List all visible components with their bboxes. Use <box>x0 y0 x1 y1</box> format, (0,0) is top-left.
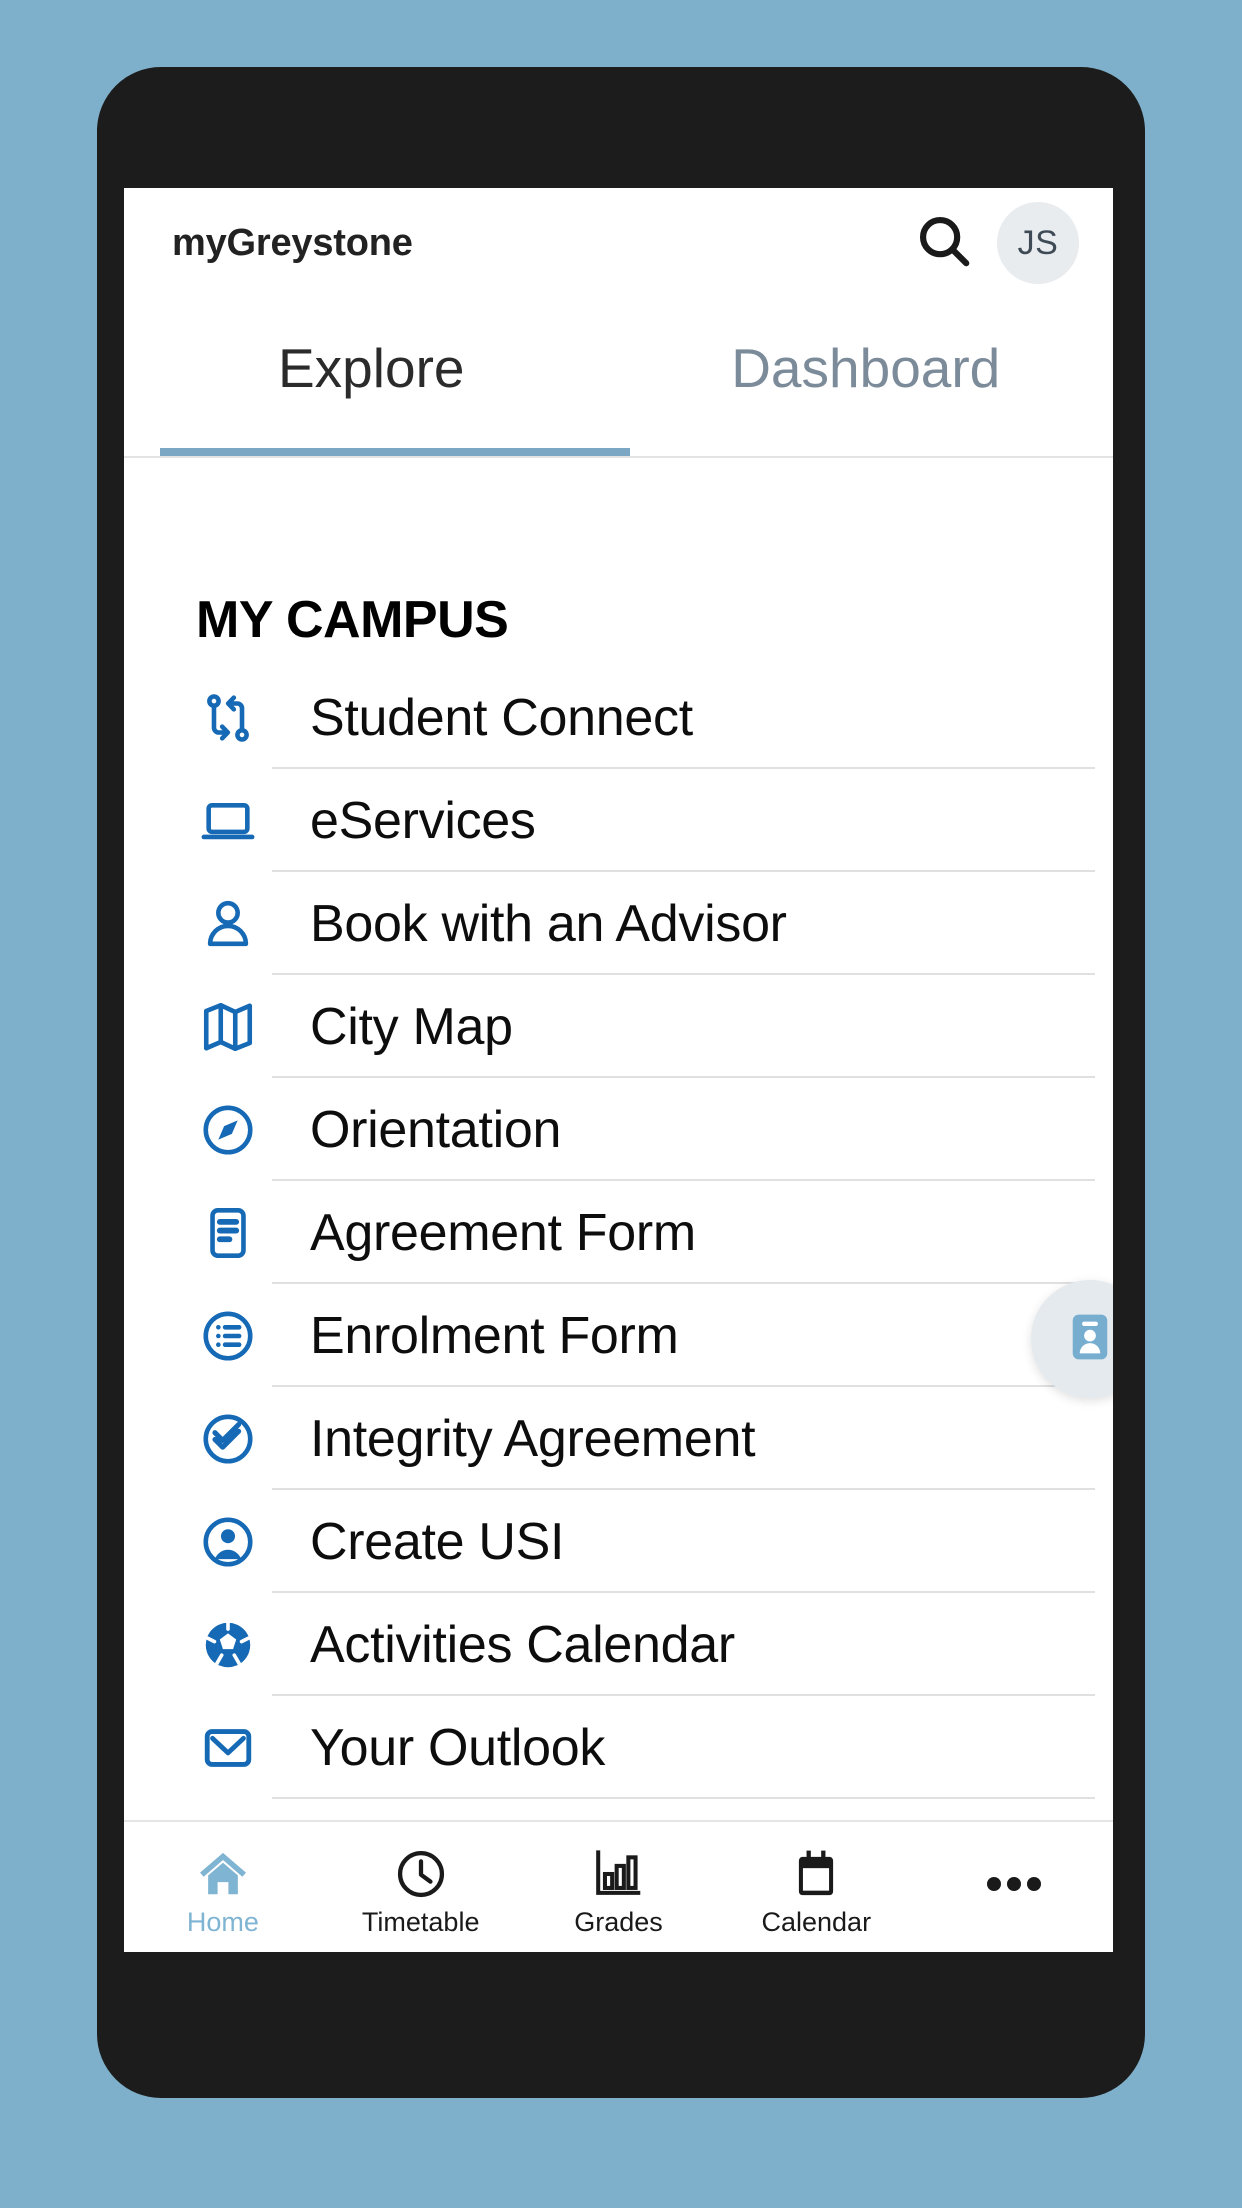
nav-item-calendar[interactable]: Calendar <box>717 1837 915 1938</box>
list-divider <box>272 1797 1095 1799</box>
section-title-my-campus: MY CAMPUS <box>196 591 509 649</box>
list-item[interactable]: Integrity Agreement <box>196 1387 1113 1490</box>
id-badge-icon <box>1062 1309 1113 1370</box>
tab-explore-label: Explore <box>278 337 465 399</box>
list-item-label: Book with an Advisor <box>310 894 787 953</box>
search-icon <box>913 210 975 277</box>
account-circle-icon <box>196 1510 260 1574</box>
list-item[interactable]: Activities Calendar <box>196 1593 1113 1696</box>
app-bar: myGreystone JS <box>124 188 1113 298</box>
avatar-initials: JS <box>1017 223 1059 262</box>
list-circle-icon <box>196 1304 260 1368</box>
more-dots-icon <box>983 1873 1045 1895</box>
search-button[interactable] <box>905 204 983 282</box>
list-item[interactable]: Orientation <box>196 1078 1113 1181</box>
home-icon <box>196 1837 250 1901</box>
list-item[interactable]: eServices <box>196 769 1113 872</box>
nav-item-grades-label: Grades <box>574 1906 663 1937</box>
list-item-label: Integrity Agreement <box>310 1409 756 1468</box>
list-item-label: Activities Calendar <box>310 1615 735 1674</box>
ball-icon <box>196 1613 260 1677</box>
list-item-label: Agreement Form <box>310 1203 696 1262</box>
compass-icon <box>196 1098 260 1162</box>
map-icon <box>196 995 260 1059</box>
phone-screen: myGreystone JS Explore Dashboard MY CAMP… <box>124 188 1113 1952</box>
person-icon <box>196 892 260 956</box>
nav-item-home[interactable]: Home <box>124 1837 322 1938</box>
list-item[interactable]: Agreement Form <box>196 1181 1113 1284</box>
nav-item-timetable-label: Timetable <box>361 1906 480 1937</box>
nav-item-grades[interactable]: Grades <box>520 1837 718 1938</box>
document-icon <box>196 1201 260 1265</box>
list-item[interactable]: Student Connect <box>196 666 1113 769</box>
mail-icon <box>196 1716 260 1780</box>
active-tab-indicator <box>160 448 630 456</box>
tab-dashboard[interactable]: Dashboard <box>619 298 1114 456</box>
tab-bar: Explore Dashboard <box>124 298 1113 458</box>
nav-item-timetable[interactable]: Timetable <box>322 1837 520 1938</box>
my-campus-list: Student Connect eServices Book with an A… <box>124 666 1113 1799</box>
app-title: myGreystone <box>172 221 413 264</box>
nav-item-home-label: Home <box>186 1906 259 1937</box>
laptop-icon <box>196 789 260 853</box>
list-item[interactable]: Book with an Advisor <box>196 872 1113 975</box>
tab-dashboard-label: Dashboard <box>731 337 1001 399</box>
list-item-label: Enrolment Form <box>310 1306 679 1365</box>
list-item[interactable]: Enrolment Form <box>196 1284 1113 1387</box>
bottom-navigation: Home Timetable Grades Calendar <box>124 1820 1113 1952</box>
list-item-label: Student Connect <box>310 688 693 747</box>
double-check-circle-icon <box>196 1407 260 1471</box>
avatar[interactable]: JS <box>997 202 1079 284</box>
clock-icon <box>394 1837 448 1901</box>
list-item-label: Orientation <box>310 1100 562 1159</box>
nav-item-calendar-label: Calendar <box>761 1906 872 1937</box>
branch-connect-icon <box>196 686 260 750</box>
tab-explore[interactable]: Explore <box>124 298 619 456</box>
list-item-label: eServices <box>310 791 536 850</box>
list-item[interactable]: Your Outlook <box>196 1696 1113 1799</box>
explore-content: MY CAMPUS Student Connect eServices Book… <box>124 458 1113 1848</box>
calendar-icon <box>789 1837 843 1901</box>
nav-item-more[interactable] <box>915 1873 1113 1901</box>
list-item[interactable]: City Map <box>196 975 1113 1078</box>
list-item-label: Create USI <box>310 1512 565 1571</box>
list-item-label: Your Outlook <box>310 1718 606 1777</box>
bar-chart-icon <box>591 1837 645 1901</box>
list-item[interactable]: Create USI <box>196 1490 1113 1593</box>
list-item-label: City Map <box>310 997 513 1056</box>
